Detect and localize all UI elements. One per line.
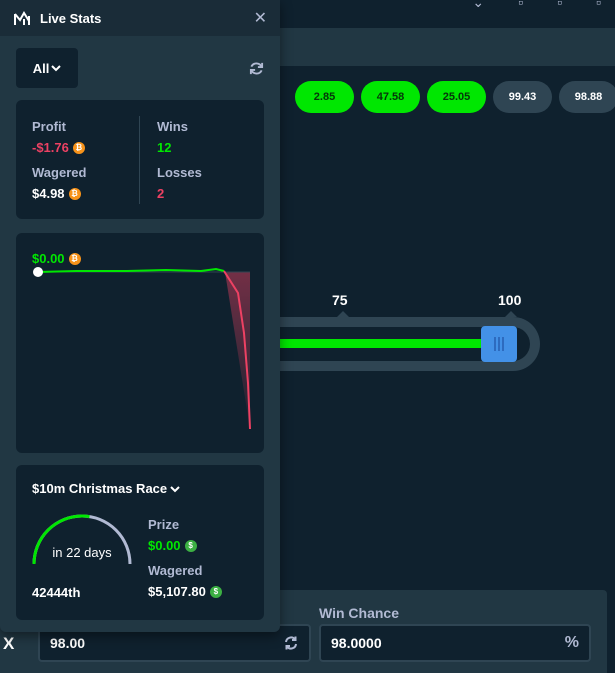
race-time-left: in 22 days [52, 545, 112, 560]
prize-value: $0.00 $ [148, 538, 197, 553]
square-icon[interactable]: ▫ [518, 0, 523, 11]
history-pill[interactable]: 25.05 [427, 81, 486, 113]
wagered-value: $4.98 ₿ [32, 186, 81, 201]
history-pill[interactable]: 98.88 [559, 81, 615, 113]
live-stats-title: Live Stats [40, 10, 102, 26]
dollar-coin-icon: $ [209, 585, 222, 598]
race-progress-arc [32, 514, 132, 565]
refresh-icon[interactable] [249, 61, 264, 76]
grip-icon [502, 337, 504, 351]
win-chance-value: 98.0000 [331, 635, 382, 651]
roll-over-value: 98.00 [50, 635, 86, 651]
chart-start-point [33, 267, 43, 277]
win-chance-input[interactable]: 98.0000 % [319, 624, 591, 662]
wins-value: 12 [157, 140, 172, 155]
bitcoin-icon: ₿ [72, 141, 85, 154]
bitcoin-icon: ₿ [68, 252, 81, 265]
square-icon-2[interactable]: ▫ [557, 0, 562, 11]
profit-chart-card: $0.00 ₿ [16, 233, 264, 453]
chevron-down-icon [51, 65, 62, 72]
live-stats-header[interactable]: Live Stats ✕ [0, 0, 280, 36]
race-wagered-value: $5,107.80 $ [148, 584, 222, 599]
percent-suffix: % [564, 634, 579, 651]
dice-slider-handle[interactable] [481, 326, 517, 362]
top-bar-icons: ⌄ ▫ ▫ ▫ [472, 0, 601, 11]
race-card: $10m Christmas Race in 22 days 42444th P… [16, 465, 264, 620]
stats-filter-value: All [32, 60, 50, 76]
stats-summary-card: Profit -$1.76 ₿ Wagered $4.98 ₿ Wins 12 Lo… [16, 100, 264, 219]
chart-value: $0.00 ₿ [32, 251, 81, 266]
race-dropdown[interactable]: $10m Christmas Race [32, 481, 180, 496]
profit-chart [33, 267, 251, 430]
square-icon-3[interactable]: ▫ [596, 0, 601, 11]
result-history: 2.85 47.58 25.05 99.43 98.88 [295, 81, 615, 113]
live-stats-panel: Live Stats ✕ All Profit -$1.76 ₿ Wagered … [0, 0, 280, 632]
profit-label: Profit [32, 119, 66, 134]
race-wagered-label: Wagered [148, 563, 203, 578]
wagered-label: Wagered [32, 165, 87, 180]
slider-tick-75: 75 [332, 292, 348, 308]
race-title: $10m Christmas Race [32, 481, 168, 496]
losses-label: Losses [157, 165, 202, 180]
win-chance-label: Win Chance [319, 605, 399, 621]
prize-label: Prize [148, 517, 180, 532]
chevron-icon[interactable]: ⌄ [472, 0, 484, 11]
grip-icon [494, 337, 496, 351]
history-pill[interactable]: 99.43 [493, 81, 552, 113]
slider-tick-100: 100 [498, 292, 522, 308]
swap-icon[interactable] [283, 635, 299, 651]
multiplier-suffix: X [3, 634, 15, 653]
losses-value: 2 [157, 186, 165, 201]
chevron-down-icon [170, 485, 180, 492]
history-pill[interactable]: 2.85 [295, 81, 354, 113]
profit-value: -$1.76 ₿ [32, 140, 85, 155]
grip-icon [498, 337, 500, 351]
wins-label: Wins [157, 119, 188, 134]
bitcoin-icon: ₿ [68, 187, 81, 200]
close-icon[interactable]: ✕ [254, 8, 267, 28]
chart-profit-line [37, 267, 225, 273]
stats-chart-icon [14, 11, 30, 25]
race-rank: 42444th [32, 585, 81, 600]
stats-divider [139, 116, 140, 204]
history-pill[interactable]: 47.58 [361, 81, 420, 113]
stats-filter-dropdown[interactable]: All [16, 48, 78, 88]
dollar-coin-icon: $ [184, 539, 197, 552]
